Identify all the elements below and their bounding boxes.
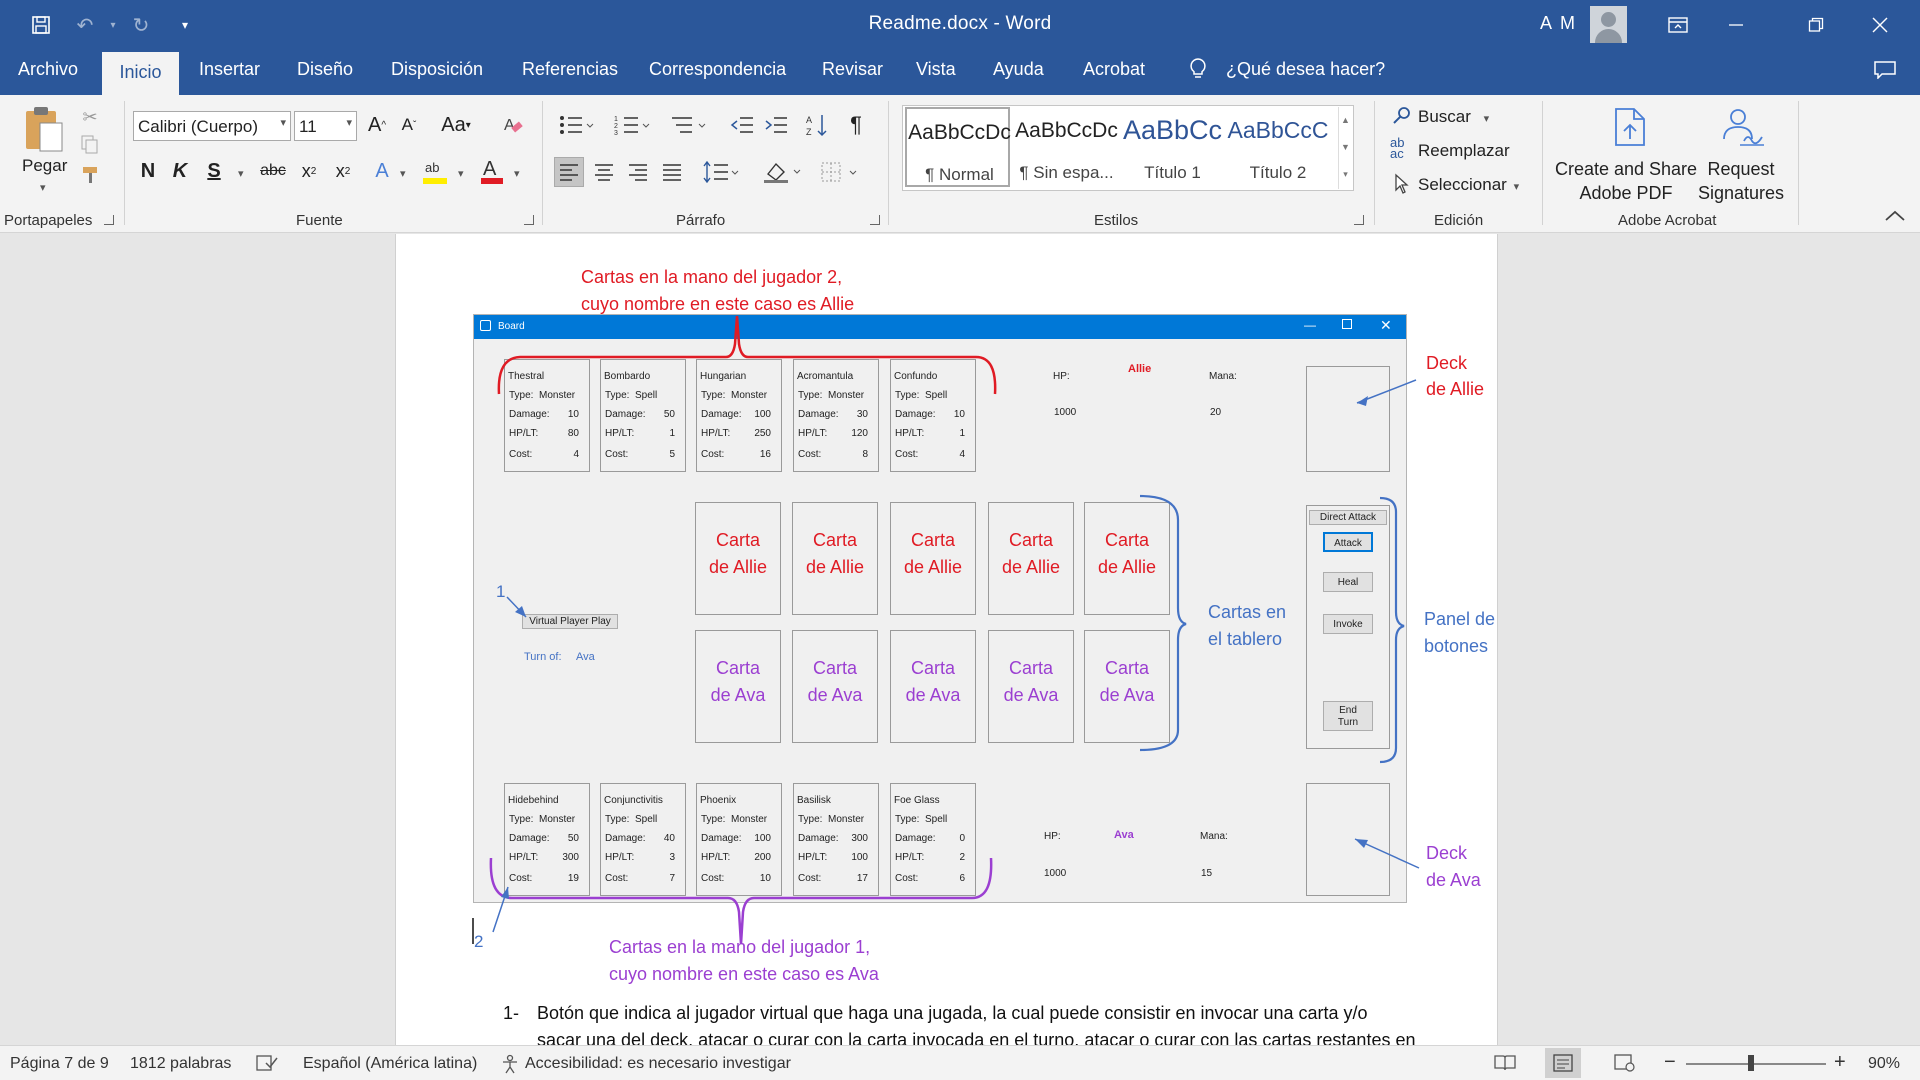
annotation-marker-2: 2 bbox=[474, 932, 484, 951]
page-count[interactable]: Página 7 de 9 bbox=[10, 1055, 109, 1073]
hand1-bracket bbox=[489, 857, 993, 945]
zoom-in-icon[interactable]: + bbox=[1834, 1051, 1846, 1074]
annotation-deck-ava-1: Deck bbox=[1426, 843, 1468, 863]
status-bar: Página 7 de 9 1812 palabras Español (Amé… bbox=[0, 1045, 1920, 1080]
language[interactable]: Español (América latina) bbox=[303, 1055, 477, 1073]
zoom-level[interactable]: 90% bbox=[1868, 1055, 1900, 1073]
annotation-hand1-line2: cuyo nombre en este caso es Ava bbox=[609, 964, 879, 984]
annotation-deck-allie-2: de Allie bbox=[1426, 379, 1485, 399]
annotation-board-2: el tablero bbox=[1208, 629, 1283, 649]
word-count[interactable]: 1812 palabras bbox=[130, 1055, 231, 1073]
panel-bracket bbox=[1379, 496, 1405, 764]
proofing-icon[interactable] bbox=[256, 1054, 278, 1077]
zoom-out-icon[interactable]: − bbox=[1664, 1051, 1676, 1074]
annotation-deck-allie-1: Deck bbox=[1426, 353, 1468, 373]
zoom-slider-thumb[interactable] bbox=[1748, 1055, 1754, 1071]
accessibility-icon[interactable] bbox=[500, 1054, 522, 1079]
annotation-hand1-line1: Cartas en la mano del jugador 1, bbox=[609, 937, 871, 957]
read-mode-icon[interactable] bbox=[1494, 1054, 1516, 1077]
list-item-number: 1- bbox=[503, 1003, 520, 1023]
hand2-bracket bbox=[497, 315, 997, 395]
annotation-panel-2: botones bbox=[1424, 636, 1489, 656]
annotation-panel-1: Panel de bbox=[1424, 609, 1496, 629]
word-app: ↶ ▾ ↻ ▾ Readme.docx - Word A M Archivo I… bbox=[0, 0, 1920, 1080]
body-line-1: Botón que indica al jugador virtual que … bbox=[537, 1003, 1368, 1023]
zoom-slider[interactable] bbox=[1686, 1063, 1826, 1065]
annotation-marker-1: 1 bbox=[496, 582, 506, 601]
web-layout-icon[interactable] bbox=[1614, 1054, 1636, 1077]
accessibility-status[interactable]: Accesibilidad: es necesario investigar bbox=[525, 1055, 791, 1073]
print-layout-icon[interactable] bbox=[1545, 1048, 1581, 1078]
annotation-board-1: Cartas en bbox=[1208, 602, 1287, 622]
board-bracket bbox=[1139, 494, 1187, 752]
annotation-deck-ava-2: de Ava bbox=[1426, 870, 1481, 890]
annotation-overlay bbox=[472, 315, 1420, 945]
